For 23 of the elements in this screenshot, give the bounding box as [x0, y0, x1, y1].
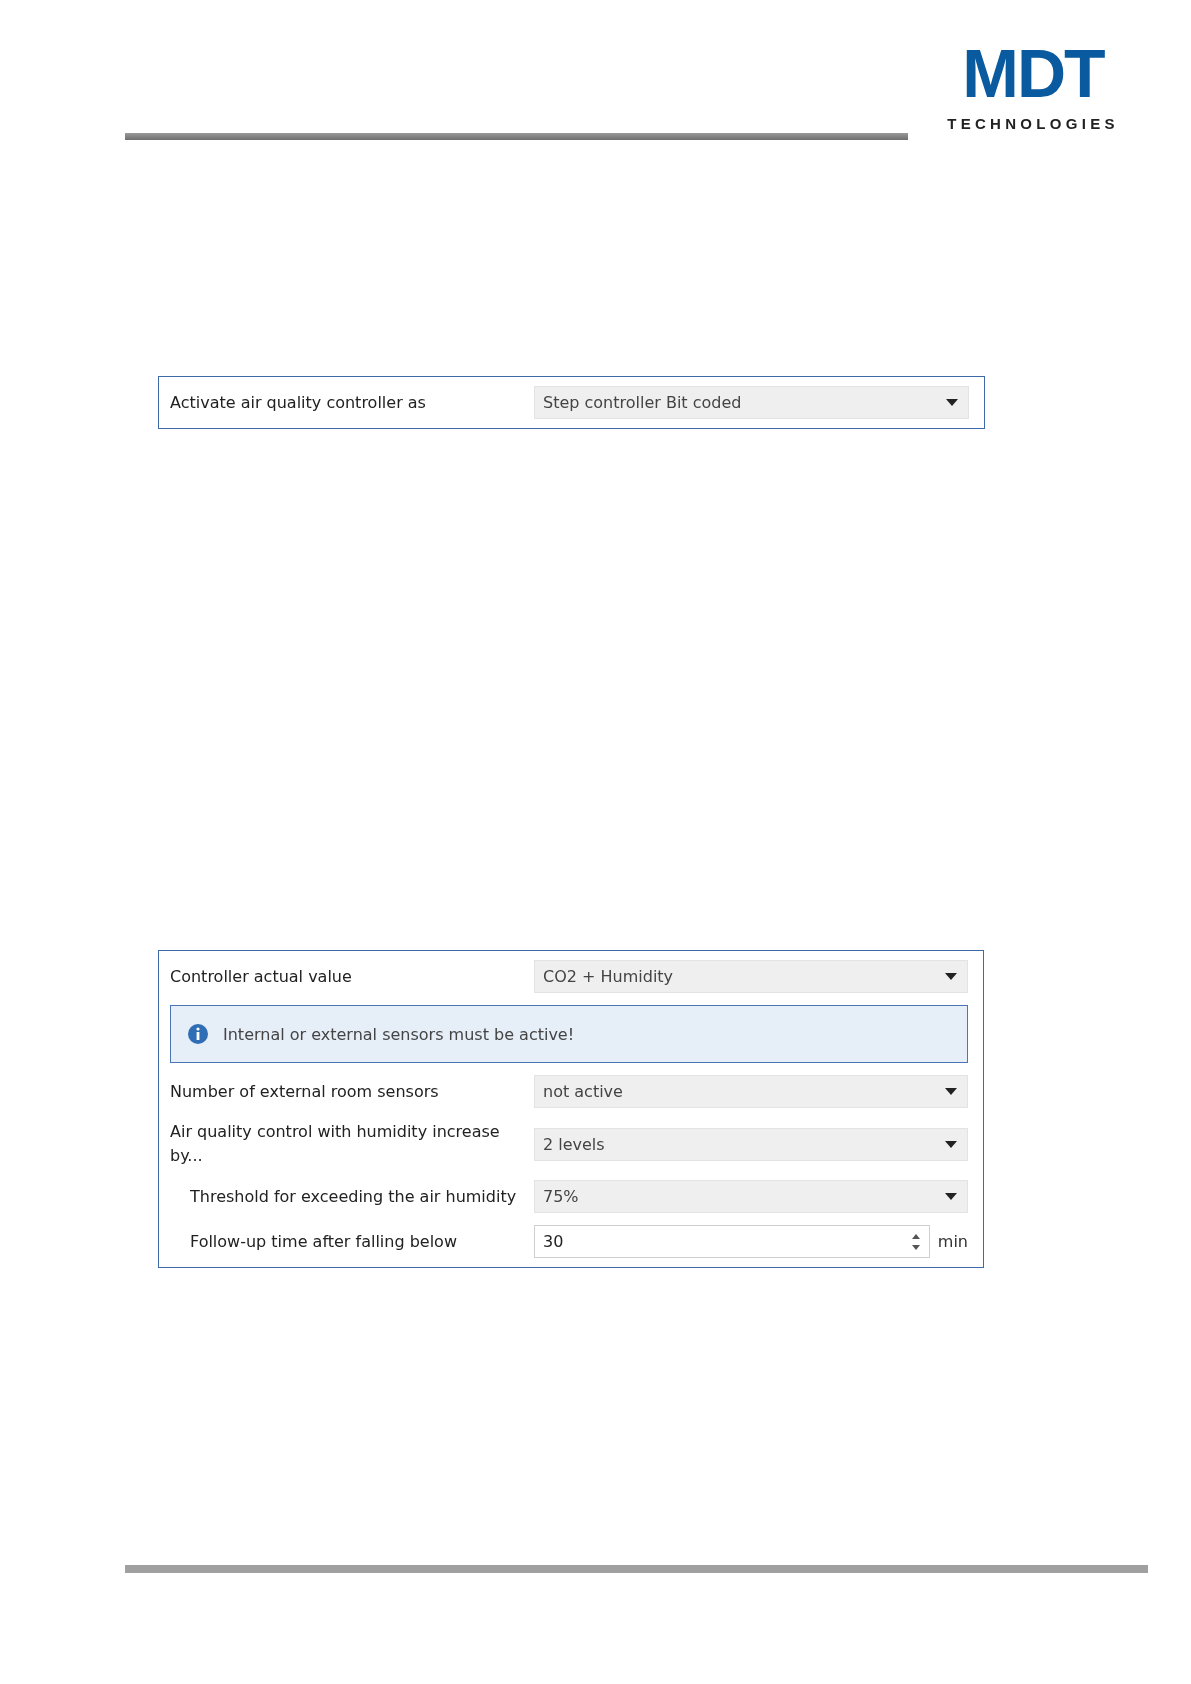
- dropdown[interactable]: 2 levels: [534, 1127, 968, 1161]
- dropdown[interactable]: not active: [534, 1075, 968, 1108]
- logo-tagline: TECHNOLOGIES: [947, 115, 1119, 132]
- field-label: Threshold for exceeding the air humidity: [189, 1185, 518, 1208]
- number-field[interactable]: 30: [534, 1225, 930, 1258]
- dropdown[interactable]: CO2 + Humidity: [534, 960, 968, 993]
- spinner-arrows-icon[interactable]: [910, 1232, 921, 1251]
- unit-label: min: [937, 1232, 968, 1251]
- dropdown[interactable]: 75%: [534, 1180, 968, 1213]
- info-icon: [187, 1023, 209, 1045]
- logo-text: MDT: [962, 45, 1104, 101]
- field-label: Activate air quality controller as: [170, 391, 427, 414]
- field-label: Follow-up time after falling below: [189, 1230, 458, 1253]
- field-label: Controller actual value: [170, 965, 353, 988]
- caret-icon: [946, 399, 958, 406]
- field-label: Air quality control with humidity increase by...: [170, 1121, 501, 1167]
- caret-icon: [945, 973, 957, 980]
- caret-icon: [945, 1088, 957, 1095]
- caret-icon: [945, 1140, 957, 1148]
- field-label: Number of external room sensors: [170, 1080, 440, 1103]
- info-message: Internal or external sensors must be active!: [170, 1005, 968, 1063]
- dropdown[interactable]: Step controller Bit coded: [534, 386, 969, 419]
- caret-icon: [945, 1193, 957, 1200]
